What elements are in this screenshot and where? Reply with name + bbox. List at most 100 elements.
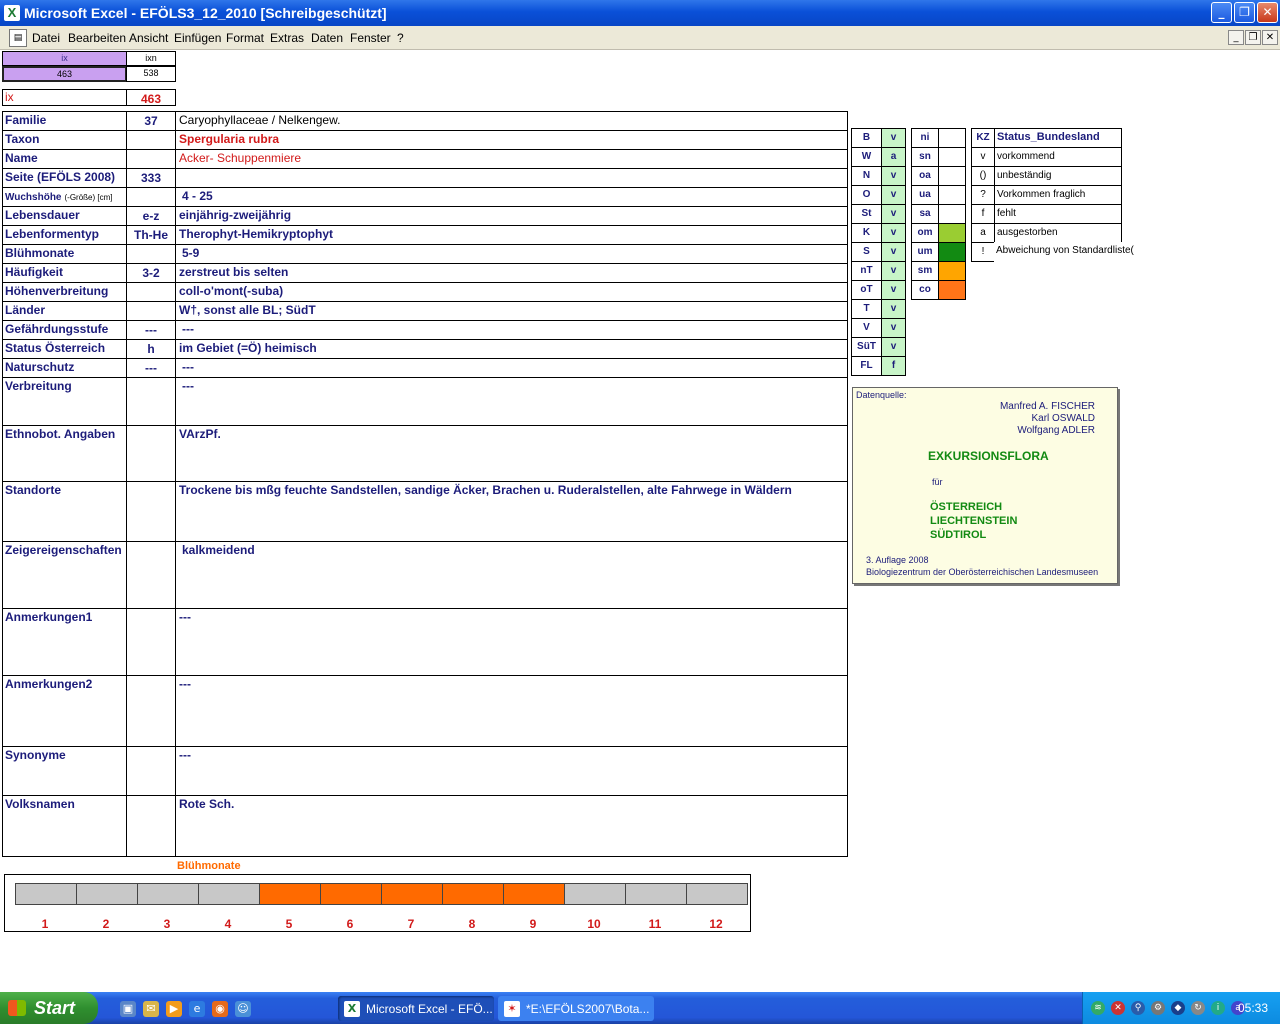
field-label-0: Familie [2, 111, 127, 131]
bloom-month-label-4: 4 [224, 917, 232, 931]
source-panel: Datenquelle: Manfred A. FISCHER Karl OSW… [852, 387, 1118, 584]
country-3: SÜDTIROL [930, 529, 987, 541]
state-code-2: N [851, 166, 882, 186]
info-icon[interactable]: i [1211, 1001, 1225, 1015]
bloom-month-label-11: 11 [648, 917, 662, 931]
field-value-11: --- [175, 320, 848, 340]
author-2: Karl OSWALD [1031, 413, 1095, 424]
update-icon[interactable]: ↻ [1191, 1001, 1205, 1015]
field-label-20: Synonyme [2, 746, 127, 796]
menu-ansicht[interactable]: Ansicht [129, 31, 168, 45]
ix-big-label: ix [2, 89, 127, 106]
firefox-icon[interactable]: ◉ [212, 1001, 228, 1017]
menu-bearbeiten[interactable]: Bearbeiten [68, 31, 126, 45]
menu-extras[interactable]: Extras [270, 31, 304, 45]
desktop-icon[interactable]: ▣ [120, 1001, 136, 1017]
zone-code-2: oa [911, 166, 939, 186]
field-value-5: einjährig-zweijährig [175, 206, 848, 226]
task-explorer[interactable]: ✶ *E:\EFÖLS2007\Bota... [498, 996, 654, 1021]
menu-daten[interactable]: Daten [311, 31, 343, 45]
task-excel[interactable]: X Microsoft Excel - EFÖ... [338, 996, 494, 1021]
worksheet: ix ixn 463 538 ix 463 Familie 37 Caryophyl… [0, 50, 1280, 992]
excel-icon[interactable]: X [4, 5, 20, 21]
field-label-3: Seite (EFÖLS 2008) [2, 168, 127, 188]
messenger-icon[interactable]: ☺ [235, 1001, 251, 1017]
safely-remove-icon[interactable]: ⚙ [1151, 1001, 1165, 1015]
field-value-15: VArzPf. [175, 425, 848, 482]
field-label-10: Länder [2, 301, 127, 321]
outlook-icon[interactable]: ✉ [143, 1001, 159, 1017]
state-code-5: K [851, 223, 882, 243]
field-code-21 [126, 795, 176, 857]
menu-help[interactable]: ? [397, 31, 404, 45]
menu-format[interactable]: Format [226, 31, 264, 45]
legend-code-0: v [971, 147, 995, 167]
search-icon[interactable]: ⚲ [1131, 1001, 1145, 1015]
maximize-button[interactable]: ❐ [1234, 2, 1255, 23]
field-code-17 [126, 541, 176, 609]
document-icon[interactable]: ▤ [9, 29, 27, 47]
field-label-unit: (-Größe) [cm] [64, 193, 113, 202]
state-code-12: FL [851, 356, 882, 376]
zone-color-7 [938, 261, 966, 281]
author-3: Wolfgang ADLER [1017, 425, 1095, 436]
minimize-button[interactable]: _ [1211, 2, 1232, 23]
author-1: Manfred A. FISCHER [999, 401, 1095, 412]
source-heading: Datenquelle: [856, 390, 907, 400]
field-code-18 [126, 608, 176, 676]
field-code-0: 37 [126, 111, 176, 131]
close-button[interactable]: ✕ [1257, 2, 1278, 23]
legend-text-5: Abweichung von Standardliste(?) [994, 242, 1134, 262]
state-code-11: SüT [851, 337, 882, 357]
zone-color-5 [938, 223, 966, 243]
field-value-19: --- [175, 675, 848, 747]
field-value-21: Rote Sch. [175, 795, 848, 857]
state-value-5: v [881, 223, 906, 243]
bloom-bar-month-7 [381, 883, 443, 905]
bloom-month-label-5: 5 [285, 917, 293, 931]
legend-text-0: vorkommend [994, 147, 1122, 167]
field-code-8: 3-2 [126, 263, 176, 283]
ix-big-value: 463 [126, 89, 176, 106]
ix-input[interactable]: 463 [2, 66, 127, 82]
state-code-1: W [851, 147, 882, 167]
source-edition: 3. Auflage 2008 [866, 555, 929, 565]
field-value-8: zerstreut bis selten [175, 263, 848, 283]
bloom-bar-month-1 [15, 883, 77, 905]
field-code-2 [126, 149, 176, 169]
menu-datei[interactable]: Datei [32, 31, 60, 45]
state-value-4: v [881, 204, 906, 224]
doc-minimize-button[interactable]: _ [1228, 30, 1244, 45]
state-value-12: f [881, 356, 906, 376]
bloom-month-label-3: 3 [163, 917, 171, 931]
field-value-3 [175, 168, 848, 188]
doc-restore-button[interactable]: ❐ [1245, 30, 1261, 45]
security-shield-icon[interactable]: ◆ [1171, 1001, 1185, 1015]
ie-icon[interactable]: e [189, 1001, 205, 1017]
menu-bar: ▤ Datei Bearbeiten Ansicht Einfügen Form… [0, 26, 1280, 50]
state-value-3: v [881, 185, 906, 205]
doc-close-button[interactable]: ✕ [1262, 30, 1278, 45]
bloom-bar-month-9 [503, 883, 565, 905]
field-value-9: coll-o'mont(-suba) [175, 282, 848, 302]
network-icon[interactable]: ≋ [1091, 1001, 1105, 1015]
state-code-8: oT [851, 280, 882, 300]
source-publisher: Biologiezentrum der Oberösterreichischen… [866, 567, 1099, 577]
field-code-9 [126, 282, 176, 302]
field-value-13: --- [175, 358, 848, 378]
source-title: EXKURSIONSFLORA [928, 449, 1049, 463]
bloom-bar-month-5 [259, 883, 321, 905]
legend-status-header: Status_Bundesland [994, 128, 1122, 148]
start-button[interactable]: Start [0, 992, 98, 1024]
field-label-4: Wuchshöhe (-Größe) [cm] [2, 187, 127, 207]
volume-muted-icon[interactable]: ✕ [1111, 1001, 1125, 1015]
field-code-6: Th-He [126, 225, 176, 245]
menu-fenster[interactable]: Fenster [350, 31, 391, 45]
field-label-2: Name [2, 149, 127, 169]
country-1: ÖSTERREICH [930, 501, 1003, 513]
menu-einfuegen[interactable]: Einfügen [174, 31, 221, 45]
zone-code-5: om [911, 223, 939, 243]
field-value-10: W†, sonst alle BL; SüdT [175, 301, 848, 321]
media-player-icon[interactable]: ▶ [166, 1001, 182, 1017]
zone-code-7: sm [911, 261, 939, 281]
